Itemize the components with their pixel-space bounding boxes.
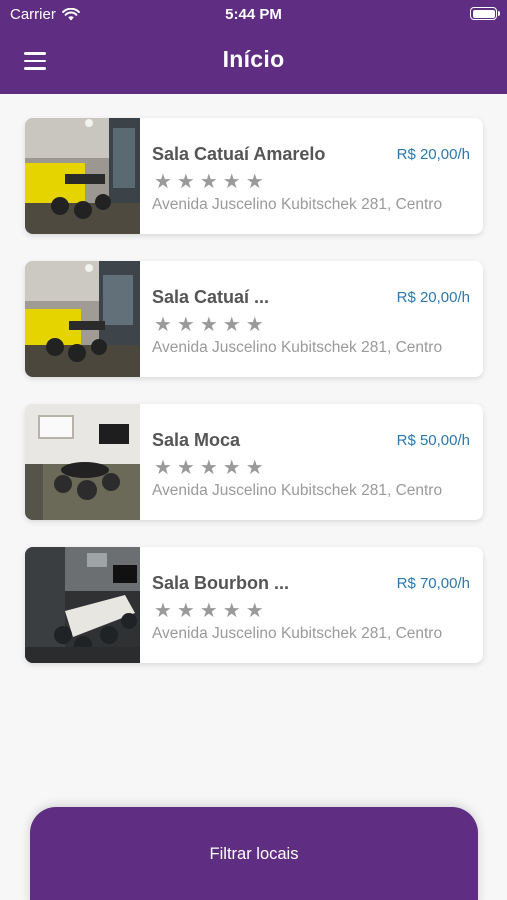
- room-card[interactable]: Sala Bourbon ... R$ 70,00/h ★★★★★ Avenid…: [25, 547, 483, 663]
- room-thumbnail: [25, 118, 140, 234]
- room-price: R$ 70,00/h: [396, 575, 470, 592]
- room-address: Avenida Juscelino Kubitschek 281, Centro: [152, 625, 443, 642]
- room-thumbnail: [25, 261, 140, 377]
- room-name: Sala Bourbon ...: [152, 573, 290, 593]
- top-bar: Carrier 5:44 PM Início: [0, 0, 507, 94]
- room-name: Sala Catuaí Amarelo: [152, 144, 326, 164]
- filter-places-label: Filtrar locais: [209, 845, 299, 863]
- room-price: R$ 20,00/h: [396, 146, 470, 163]
- room-name: Sala Moca: [152, 430, 241, 450]
- room-list: Sala Catuaí Amarelo R$ 20,00/h ★★★★★ Ave…: [25, 118, 483, 690]
- room-thumbnail: [25, 547, 140, 663]
- room-info: Sala Moca R$ 50,00/h ★★★★★ Avenida Jusce…: [140, 404, 483, 520]
- room-photo-round-table-icon: [25, 404, 140, 520]
- page-title: Início: [222, 46, 285, 72]
- status-bar: Carrier 5:44 PM: [0, 0, 507, 28]
- filter-places-button[interactable]: Filtrar locais: [30, 807, 478, 900]
- room-name: Sala Catuaí ...: [152, 287, 270, 307]
- room-card[interactable]: Sala Catuaí Amarelo R$ 20,00/h ★★★★★ Ave…: [25, 118, 483, 234]
- rating-stars-icon: ★★★★★: [154, 457, 269, 479]
- room-photo-yellow-wall-icon: [25, 118, 140, 234]
- room-address: Avenida Juscelino Kubitschek 281, Centro: [152, 339, 443, 356]
- navigation-bar: Início: [0, 28, 507, 94]
- room-price: R$ 20,00/h: [396, 289, 470, 306]
- rating-stars-icon: ★★★★★: [154, 600, 269, 622]
- room-card[interactable]: Sala Moca R$ 50,00/h ★★★★★ Avenida Jusce…: [25, 404, 483, 520]
- battery-icon: [470, 7, 500, 20]
- room-info: Sala Catuaí Amarelo R$ 20,00/h ★★★★★ Ave…: [140, 118, 483, 234]
- room-photo-yellow-wall-icon: [25, 261, 140, 377]
- room-card[interactable]: Sala Catuaí ... R$ 20,00/h ★★★★★ Avenida…: [25, 261, 483, 377]
- room-address: Avenida Juscelino Kubitschek 281, Centro: [152, 196, 443, 213]
- room-info: Sala Bourbon ... R$ 70,00/h ★★★★★ Avenid…: [140, 547, 483, 663]
- room-photo-meeting-table-icon: [25, 547, 140, 663]
- room-price: R$ 50,00/h: [396, 432, 470, 449]
- room-info: Sala Catuaí ... R$ 20,00/h ★★★★★ Avenida…: [140, 261, 483, 377]
- room-thumbnail: [25, 404, 140, 520]
- status-time: 5:44 PM: [225, 6, 282, 23]
- room-address: Avenida Juscelino Kubitschek 281, Centro: [152, 482, 443, 499]
- rating-stars-icon: ★★★★★: [154, 171, 269, 193]
- rating-stars-icon: ★★★★★: [154, 314, 269, 336]
